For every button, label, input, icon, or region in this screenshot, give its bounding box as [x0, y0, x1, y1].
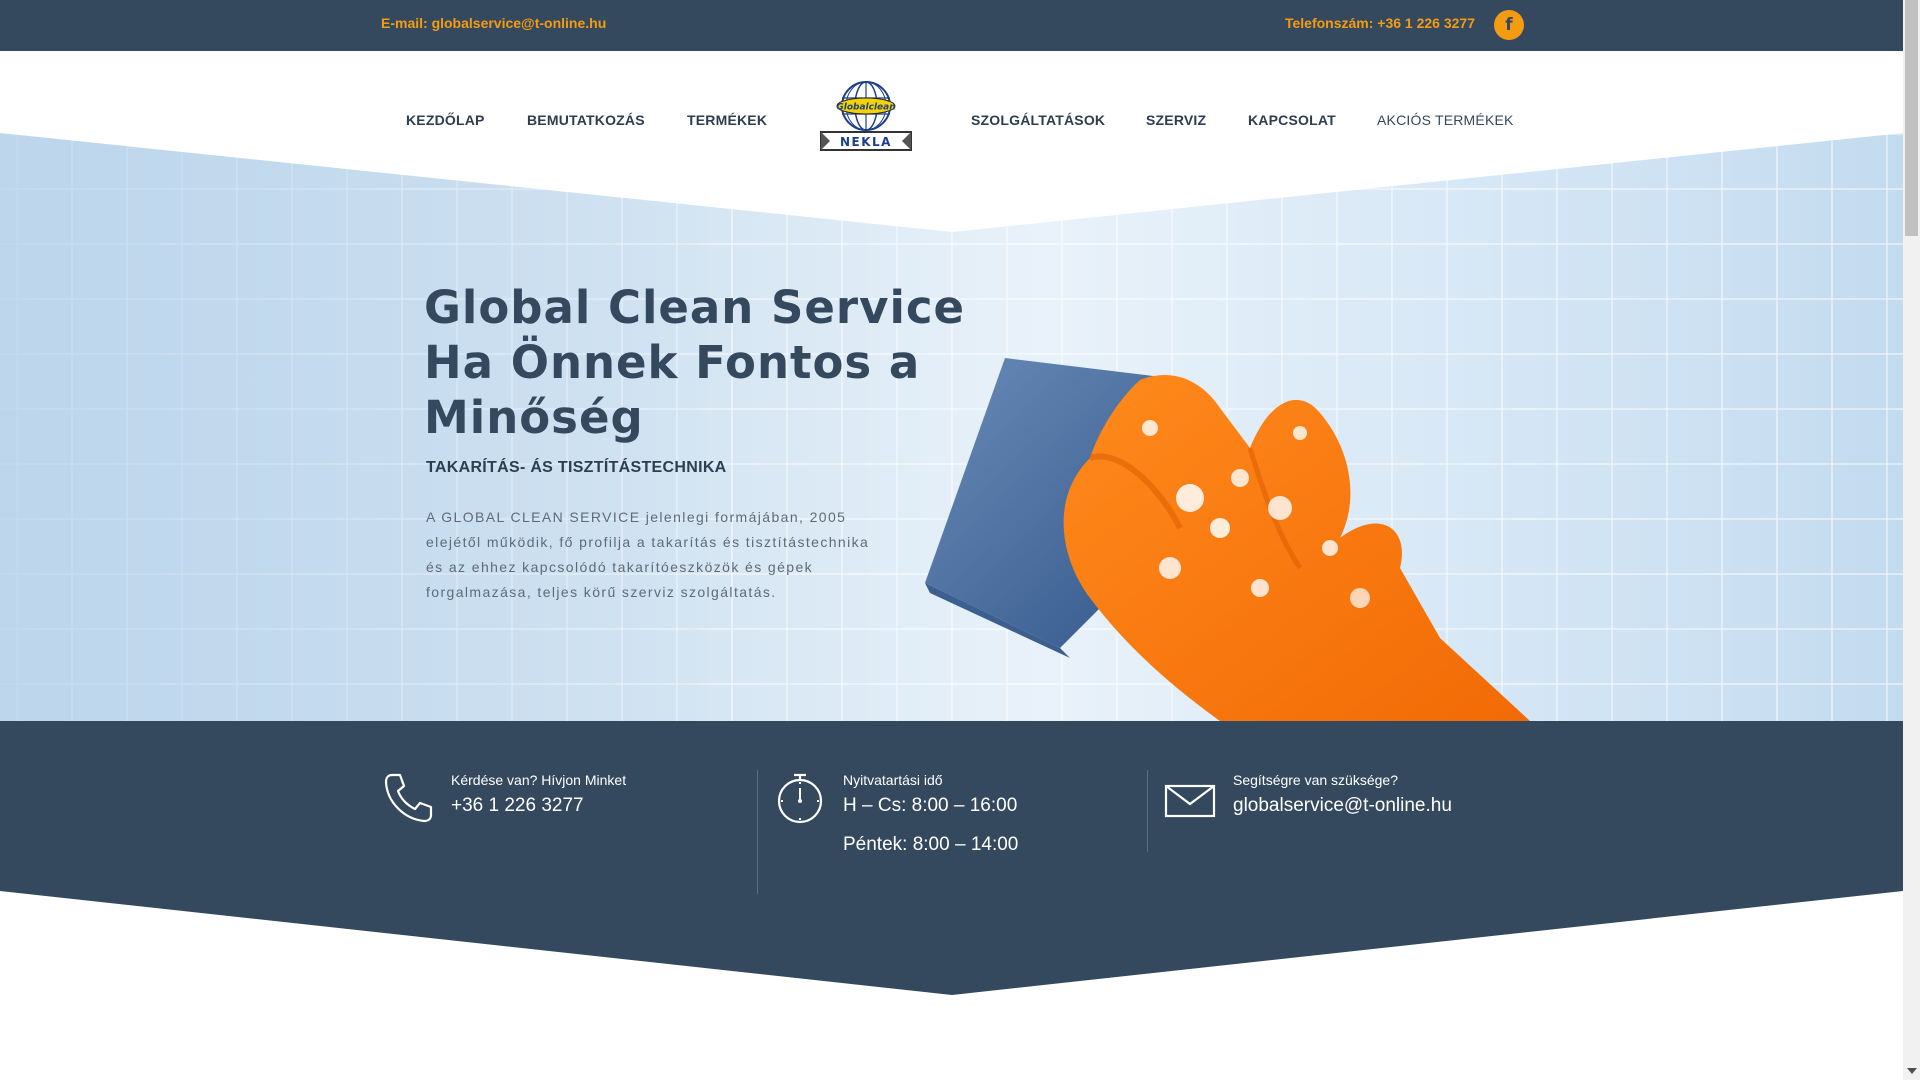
nav-item-akcios-termekek[interactable]: AKCIÓS TERMÉKEK [1377, 112, 1514, 128]
topbar-phone-link[interactable]: Telefonszám: +36 1 226 3277 [1285, 15, 1475, 31]
hours-label: Nyitvatartási idő [843, 772, 943, 788]
scroll-down-arrow-icon[interactable] [1907, 1068, 1917, 1074]
nav-item-bemutatkozas[interactable]: BEMUTATKOZÁS [527, 112, 645, 128]
hero-title-line: Global Clean Service [424, 281, 966, 334]
nav-item-kezdolap[interactable]: KEZDŐLAP [406, 112, 485, 128]
hero-title-line: Ha Önnek Fontos a [424, 336, 921, 389]
svg-text:NEKLA: NEKLA [840, 135, 892, 149]
topbar-email-link[interactable]: E-mail: globalservice@t-online.hu [381, 15, 606, 31]
call-phone-number[interactable]: +36 1 226 3277 [451, 795, 626, 817]
phone-icon [384, 773, 433, 823]
glove-sponge-illustration [925, 358, 1530, 721]
help-label: Segítségre van szüksége? [1233, 772, 1398, 788]
info-divider [757, 770, 758, 894]
page-scrollbar[interactable] [1903, 0, 1920, 1080]
svg-text:Globalclean: Globalclean [836, 103, 895, 113]
globalclean-nekla-logo[interactable]: Globalclean NEKLA [818, 80, 914, 152]
hours-block: Nyitvatartási idő H – Cs: 8:00 – 16:00 P… [843, 772, 1018, 856]
scrollbar-thumb[interactable] [1905, 0, 1918, 236]
facebook-icon[interactable]: f [1494, 10, 1524, 40]
info-divider [1147, 770, 1148, 852]
hero-description: A GLOBAL CLEAN SERVICE jelenlegi formájá… [426, 509, 870, 600]
header-chevron-shape [0, 131, 1903, 232]
call-block: Kérdése van? Hívjon Minket +36 1 226 327… [451, 772, 626, 817]
hero-title-line: Minőség [424, 391, 644, 444]
nav-item-szolgaltatasok[interactable]: SZOLGÁLTATÁSOK [971, 112, 1105, 128]
hours-weekdays: H – Cs: 8:00 – 16:00 [843, 795, 1018, 816]
help-block: Segítségre van szüksége? globalservice@t… [1233, 772, 1452, 817]
hero-title: Global Clean Service Ha Önnek Fontos a M… [424, 280, 964, 445]
help-email-link[interactable]: globalservice@t-online.hu [1233, 795, 1452, 817]
nav-item-szerviz[interactable]: SZERVIZ [1146, 112, 1206, 128]
hours-friday: Péntek: 8:00 – 14:00 [843, 834, 1019, 855]
call-label: Kérdése van? Hívjon Minket [451, 772, 627, 788]
envelope-icon [1164, 784, 1216, 818]
nav-item-kapcsolat[interactable]: KAPCSOLAT [1248, 112, 1336, 128]
hero-subtitle: TAKARÍTÁS- ÁS TISZTÍTÁSTECHNIKA [426, 459, 727, 476]
nav-item-termekek[interactable]: TERMÉKEK [687, 112, 767, 128]
top-bar: E-mail: globalservice@t-online.hu Telefo… [0, 0, 1903, 51]
stopwatch-icon [777, 773, 823, 824]
